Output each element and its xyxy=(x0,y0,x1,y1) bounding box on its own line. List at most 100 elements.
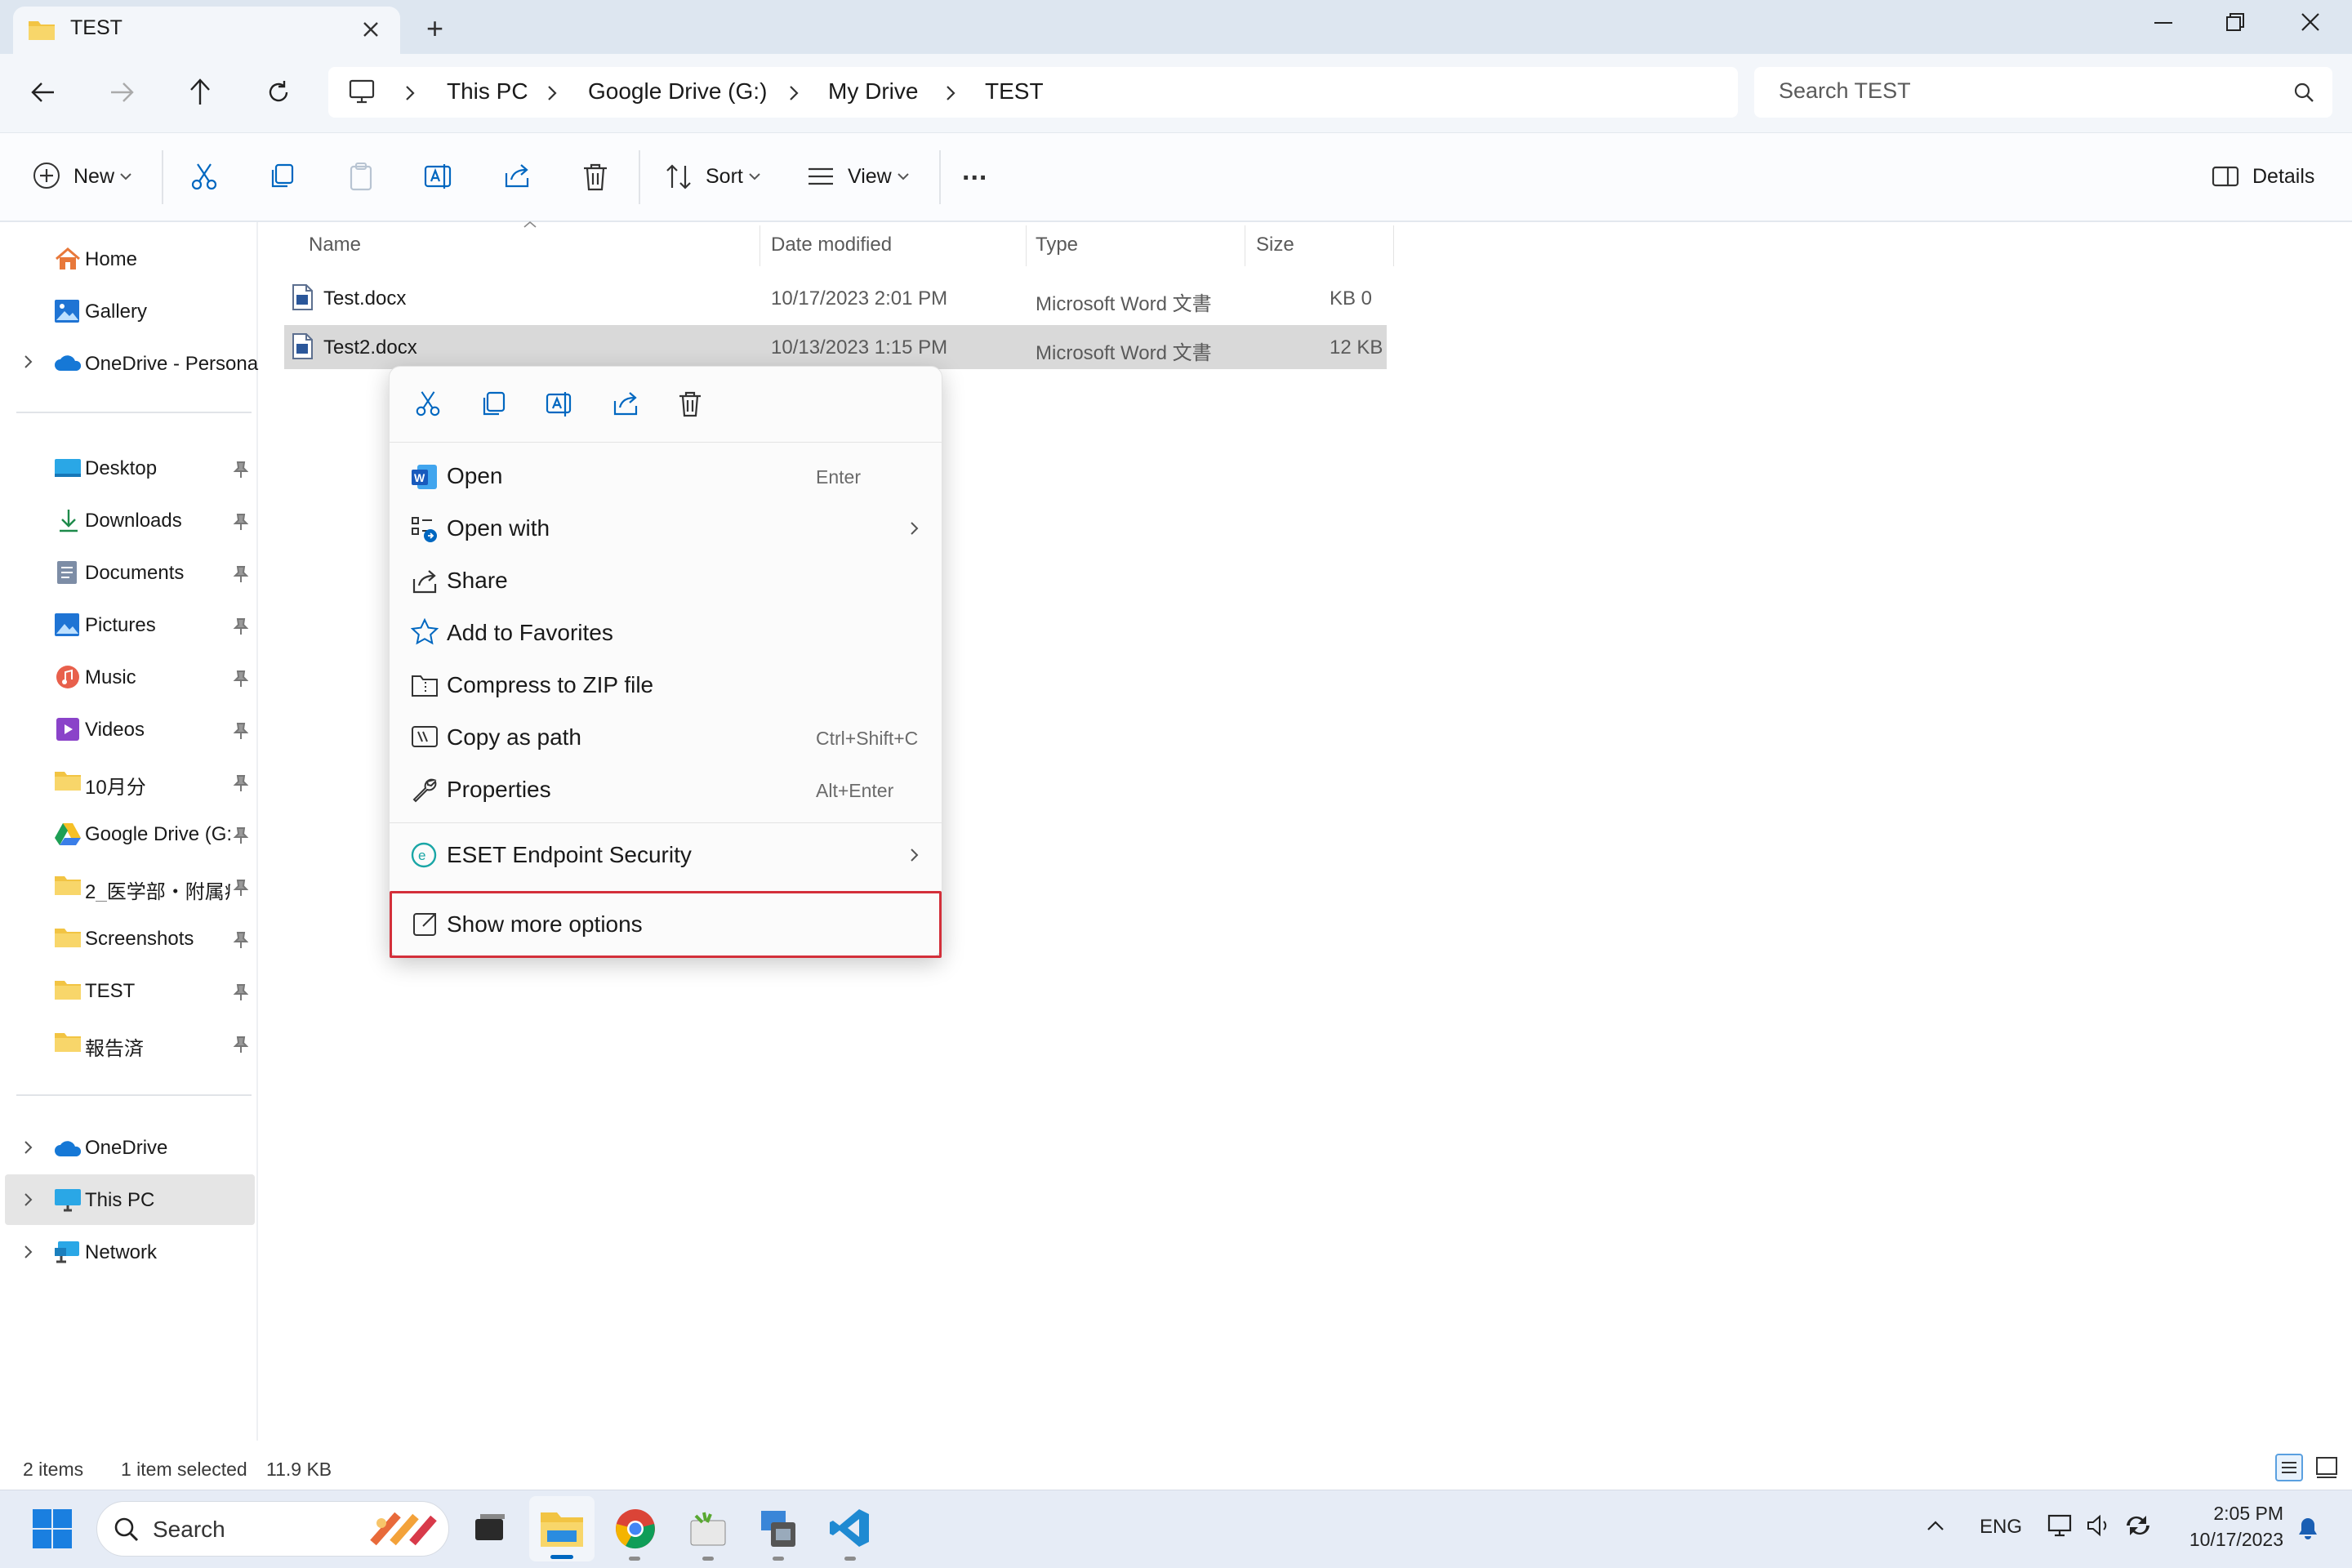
cut-icon[interactable] xyxy=(189,162,219,191)
windows-start-icon[interactable] xyxy=(33,1509,72,1548)
table-row[interactable]: Test.docx 10/17/2023 2:01 PM Microsoft W… xyxy=(284,274,1387,322)
details-view-toggle[interactable] xyxy=(2275,1454,2303,1481)
pin-icon[interactable] xyxy=(232,565,248,583)
sidebar-item-network[interactable]: Network xyxy=(85,1241,157,1264)
sidebar-item-documents[interactable]: Documents xyxy=(85,562,184,585)
share-icon[interactable] xyxy=(503,162,532,191)
chevron-right-icon[interactable] xyxy=(23,1140,34,1155)
clock-time[interactable]: 2:05 PM xyxy=(2210,1503,2283,1525)
sidebar-item-downloads[interactable]: Downloads xyxy=(85,510,182,532)
sidebar-item-google-drive[interactable]: Google Drive (G: xyxy=(85,823,232,846)
share-icon[interactable] xyxy=(612,390,639,417)
new-tab-button[interactable]: + xyxy=(426,11,443,46)
view-icon[interactable] xyxy=(807,165,835,188)
menu-item-add-to-favorites[interactable]: Add to Favorites xyxy=(398,608,933,659)
chevron-right-icon[interactable] xyxy=(23,1192,34,1207)
sidebar-item-gallery[interactable]: Gallery xyxy=(85,301,147,323)
cut-icon[interactable] xyxy=(414,390,442,417)
tab-test[interactable]: TEST xyxy=(13,7,400,56)
sidebar-item-desktop[interactable]: Desktop xyxy=(85,457,157,480)
sidebar-item-videos[interactable]: Videos xyxy=(85,719,145,742)
column-header-date[interactable]: Date modified xyxy=(771,234,892,256)
tiles-view-toggle[interactable] xyxy=(2314,1455,2339,1480)
chevron-right-icon[interactable] xyxy=(23,1245,34,1259)
battery-sync-icon[interactable] xyxy=(2123,1512,2153,1539)
close-window-button[interactable] xyxy=(2298,10,2323,34)
new-button[interactable]: New xyxy=(74,165,114,189)
sidebar-item-home[interactable]: Home xyxy=(85,248,137,271)
sidebar-item-test[interactable]: TEST xyxy=(85,980,135,1003)
pin-icon[interactable] xyxy=(232,774,248,792)
column-divider[interactable] xyxy=(1026,225,1027,266)
menu-item-copy-as-path[interactable]: Copy as path Ctrl+Shift+C xyxy=(398,713,933,764)
sidebar-item-igakubu[interactable]: 2_医学部・附属病 xyxy=(85,875,230,902)
pin-icon[interactable] xyxy=(232,617,248,635)
pin-icon[interactable] xyxy=(232,826,248,844)
search-input[interactable]: Search TEST xyxy=(1779,78,1911,104)
breadcrumb-this-pc[interactable]: This PC xyxy=(447,78,528,105)
menu-item-open-with[interactable]: Open with xyxy=(398,504,933,555)
view-button[interactable]: View xyxy=(848,165,892,189)
chevron-down-icon[interactable] xyxy=(748,172,761,181)
sidebar-item-onedrive-personal[interactable]: OneDrive - Persona xyxy=(85,353,258,376)
sidebar-item-music[interactable]: Music xyxy=(85,666,136,689)
chevron-up-icon[interactable] xyxy=(1926,1519,1945,1532)
chrome-icon[interactable] xyxy=(614,1508,657,1550)
new-plus-icon[interactable] xyxy=(33,162,60,189)
sidebar-item-pictures[interactable]: Pictures xyxy=(85,614,156,637)
pin-icon[interactable] xyxy=(232,670,248,688)
pin-icon[interactable] xyxy=(232,513,248,531)
sidebar-item-houkokuzumi[interactable]: 報告済 xyxy=(85,1032,144,1061)
menu-item-eset[interactable]: e ESET Endpoint Security xyxy=(398,831,933,881)
pin-icon[interactable] xyxy=(232,983,248,1001)
language-indicator[interactable]: ENG xyxy=(1980,1516,2022,1539)
details-button[interactable]: Details xyxy=(2252,165,2314,189)
volume-icon[interactable] xyxy=(2086,1512,2112,1539)
more-options-button[interactable]: ... xyxy=(962,155,987,187)
chevron-right-icon[interactable] xyxy=(546,85,559,101)
menu-item-properties[interactable]: Properties Alt+Enter xyxy=(398,765,933,816)
pin-icon[interactable] xyxy=(232,1036,248,1054)
chevron-down-icon[interactable] xyxy=(119,172,132,181)
chevron-right-icon[interactable] xyxy=(944,85,957,101)
copy-icon[interactable] xyxy=(479,390,507,417)
pin-icon[interactable] xyxy=(232,879,248,897)
sidebar-item-onedrive[interactable]: OneDrive xyxy=(85,1137,167,1160)
back-arrow-icon[interactable] xyxy=(29,78,57,106)
taskbar-search[interactable]: Search xyxy=(96,1501,449,1557)
breadcrumb-test[interactable]: TEST xyxy=(985,78,1044,105)
search-box[interactable]: Search TEST xyxy=(1754,67,2332,118)
column-divider[interactable] xyxy=(1393,225,1394,266)
refresh-icon[interactable] xyxy=(265,78,292,106)
clock-date[interactable]: 10/17/2023 xyxy=(2180,1529,2283,1551)
vscode-icon[interactable] xyxy=(830,1508,871,1548)
task-view-icon[interactable] xyxy=(472,1511,508,1547)
rename-icon[interactable] xyxy=(545,390,574,417)
rename-icon[interactable] xyxy=(423,162,454,191)
pin-icon[interactable] xyxy=(232,931,248,949)
table-row-selected[interactable]: Test2.docx 10/13/2023 1:15 PM Microsoft … xyxy=(284,325,1387,369)
chevron-down-icon[interactable] xyxy=(897,172,910,181)
menu-item-open[interactable]: W Open Enter xyxy=(398,452,933,502)
pin-icon[interactable] xyxy=(232,461,248,479)
menu-item-show-more-options[interactable]: Show more options xyxy=(390,891,942,958)
menu-item-compress-zip[interactable]: Compress to ZIP file xyxy=(398,661,933,711)
chevron-right-icon[interactable] xyxy=(403,85,416,101)
breadcrumb-my-drive[interactable]: My Drive xyxy=(828,78,918,105)
sidebar-item-10gatsubun[interactable]: 10月分 xyxy=(85,771,146,800)
breadcrumb-google-drive[interactable]: Google Drive (G:) xyxy=(588,78,767,105)
column-header-size[interactable]: Size xyxy=(1256,234,1294,256)
sort-icon[interactable] xyxy=(665,163,693,189)
up-arrow-icon[interactable] xyxy=(186,77,214,106)
network-status-icon[interactable] xyxy=(2047,1512,2076,1540)
close-tab-icon[interactable] xyxy=(359,18,382,41)
sidebar-item-this-pc[interactable]: This PC xyxy=(85,1189,154,1212)
minimize-button[interactable] xyxy=(2151,11,2176,36)
copy-icon[interactable] xyxy=(268,162,297,191)
delete-icon[interactable] xyxy=(581,162,609,191)
pin-icon[interactable] xyxy=(232,722,248,740)
sidebar-item-screenshots[interactable]: Screenshots xyxy=(85,928,194,951)
taskbar-file-explorer-active[interactable] xyxy=(529,1496,595,1561)
menu-item-share[interactable]: Share xyxy=(398,556,933,607)
app-launcher-icon[interactable] xyxy=(688,1509,728,1548)
